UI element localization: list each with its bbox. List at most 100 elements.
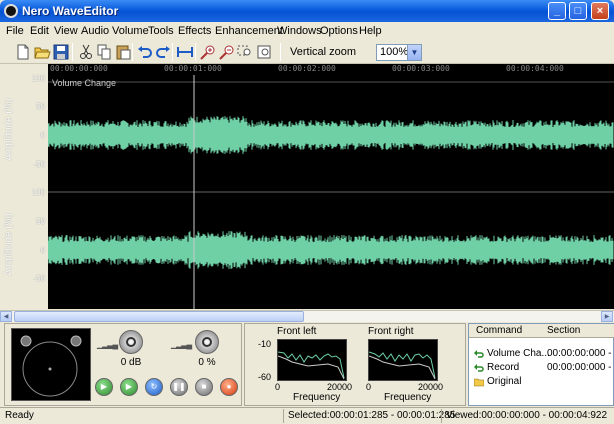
- toolbar-separator: [172, 43, 173, 61]
- redo-icon[interactable]: [154, 43, 172, 61]
- minimize-button[interactable]: _: [548, 2, 566, 20]
- volume-meter-icon: ▁▂▃▄: [97, 340, 118, 349]
- menu-audio[interactable]: Audio: [81, 25, 109, 37]
- menu-windows[interactable]: Windows: [277, 25, 322, 37]
- spectrum-right-title: Front right: [368, 326, 414, 337]
- menu-effects[interactable]: Effects: [178, 25, 211, 37]
- timeline-ruler[interactable]: 00:00:00:000 00:00:01:000 00:00:02:000 0…: [48, 64, 614, 75]
- spectrum-panel: Front left Front right -10 -60 0 20000 0…: [244, 323, 466, 406]
- history-row[interactable]: Original: [469, 376, 614, 389]
- undo-icon[interactable]: [136, 43, 154, 61]
- record-button[interactable]: ●: [220, 378, 238, 396]
- amp-tick: 0: [40, 246, 45, 255]
- menu-volume[interactable]: Volume: [112, 25, 149, 37]
- history-command: Volume Cha...: [487, 348, 550, 359]
- scrollbar-thumb[interactable]: [14, 311, 304, 322]
- spectrum-y-bottom: -60: [258, 372, 272, 382]
- status-viewed: Viewed:00:00:00:000 - 00:00:04:922: [446, 410, 608, 421]
- toolbar: Vertical zoom 100% ▼: [0, 40, 614, 64]
- spectrum-right-graph: [368, 339, 438, 381]
- scroll-left-icon[interactable]: ◀: [0, 311, 12, 322]
- timeline-label: 00:00:00:000: [50, 64, 108, 73]
- waveform-left-channel: [48, 116, 614, 154]
- amp-tick: 50: [36, 102, 45, 111]
- menu-bar: File Edit View Audio Volume Tools Effect…: [0, 22, 614, 40]
- history-header: Command Section: [469, 324, 614, 338]
- balance-value: 0 %: [198, 357, 216, 368]
- waveform-svg: [48, 75, 614, 309]
- chevron-down-icon[interactable]: ▼: [407, 45, 421, 60]
- spectrum-x-label: Frequency: [293, 392, 341, 403]
- volume-knob[interactable]: [119, 330, 143, 354]
- save-icon[interactable]: [52, 43, 70, 61]
- timeline-label: 00:00:01:000: [164, 64, 222, 73]
- cut-icon[interactable]: [77, 43, 95, 61]
- maximize-button[interactable]: □: [569, 2, 587, 20]
- menu-view[interactable]: View: [54, 25, 78, 37]
- undo-arrow-icon: [474, 364, 484, 372]
- amp-tick: 100: [31, 74, 45, 83]
- toolbar-separator: [72, 43, 73, 61]
- volume-value: 0 dB: [120, 357, 142, 368]
- zoom-selection-icon[interactable]: [236, 43, 254, 61]
- horizontal-scrollbar[interactable]: ◀ ▶: [0, 310, 614, 322]
- menu-enhancement[interactable]: Enhancement: [215, 25, 283, 37]
- history-row[interactable]: Volume Cha... 00:00:00:000 -: [469, 348, 614, 361]
- menu-options[interactable]: Options: [320, 25, 358, 37]
- spectrum-x-max: 20000: [418, 382, 444, 392]
- turntable-display: [11, 328, 91, 401]
- play-button[interactable]: ▶: [95, 378, 113, 396]
- pause-button[interactable]: ❚❚: [170, 378, 188, 396]
- paste-icon[interactable]: [114, 43, 132, 61]
- menu-tools[interactable]: Tools: [148, 25, 174, 37]
- loop-button[interactable]: ↻: [145, 378, 163, 396]
- title-bar[interactable]: Nero WaveEditor _ □ ×: [0, 0, 614, 22]
- amp-tick: -50: [33, 274, 45, 283]
- amplitude-axis: Amplitude (%) Amplitude (%) 100 50 0 -50…: [0, 64, 48, 310]
- zoom-in-icon[interactable]: [199, 43, 217, 61]
- status-ready: Ready: [5, 410, 34, 421]
- folder-icon: [474, 378, 484, 387]
- undo-arrow-icon: [474, 350, 484, 358]
- spectrum-x-max: 20000: [327, 382, 353, 392]
- toolbar-separator: [195, 43, 196, 61]
- spectrum-x-label: Frequency: [384, 392, 432, 403]
- history-col-command[interactable]: Command: [476, 325, 522, 336]
- history-command: Record: [487, 362, 520, 373]
- balance-knob[interactable]: [195, 330, 219, 354]
- vertical-zoom-select[interactable]: 100% ▼: [376, 44, 422, 61]
- spectrum-x-min: 0: [275, 382, 281, 392]
- open-icon[interactable]: [33, 43, 51, 61]
- history-col-section[interactable]: Section: [547, 325, 580, 336]
- menu-help[interactable]: Help: [359, 25, 382, 37]
- history-row[interactable]: Record 00:00:00:000 -: [469, 362, 614, 375]
- amp-tick: -50: [33, 160, 45, 169]
- waveform-canvas[interactable]: Volume Change: [48, 75, 614, 309]
- close-button[interactable]: ×: [591, 2, 609, 20]
- window-title: Nero WaveEditor: [22, 4, 119, 18]
- stop-button[interactable]: ■: [195, 378, 213, 396]
- fit-icon[interactable]: [176, 43, 194, 61]
- menu-file[interactable]: File: [6, 25, 24, 37]
- menu-edit[interactable]: Edit: [30, 25, 49, 37]
- history-command: Original: [487, 376, 522, 387]
- history-section: 00:00:00:000 -: [547, 348, 612, 359]
- timeline-label: 00:00:03:000: [392, 64, 450, 73]
- play-selection-button[interactable]: ▶: [120, 378, 138, 396]
- zoom-reset-icon[interactable]: [255, 43, 273, 61]
- toolbar-separator: [132, 43, 133, 61]
- history-section: 00:00:00:000 -: [547, 362, 612, 373]
- toolbar-separator: [280, 43, 281, 61]
- zoom-value: 100%: [380, 46, 409, 58]
- timeline-label: 00:00:04:000: [506, 64, 564, 73]
- copy-icon[interactable]: [95, 43, 113, 61]
- new-icon[interactable]: [14, 43, 32, 61]
- vertical-zoom-label: Vertical zoom: [290, 46, 357, 58]
- amp-tick: 100: [31, 188, 45, 197]
- status-separator: [441, 409, 442, 423]
- nero-app-icon: [4, 4, 18, 18]
- zoom-out-icon[interactable]: [218, 43, 236, 61]
- scroll-right-icon[interactable]: ▶: [601, 311, 613, 322]
- spectrum-left-title: Front left: [277, 326, 317, 337]
- status-bar: Ready Selected:00:00:01:285 - 00:00:01:2…: [0, 407, 614, 424]
